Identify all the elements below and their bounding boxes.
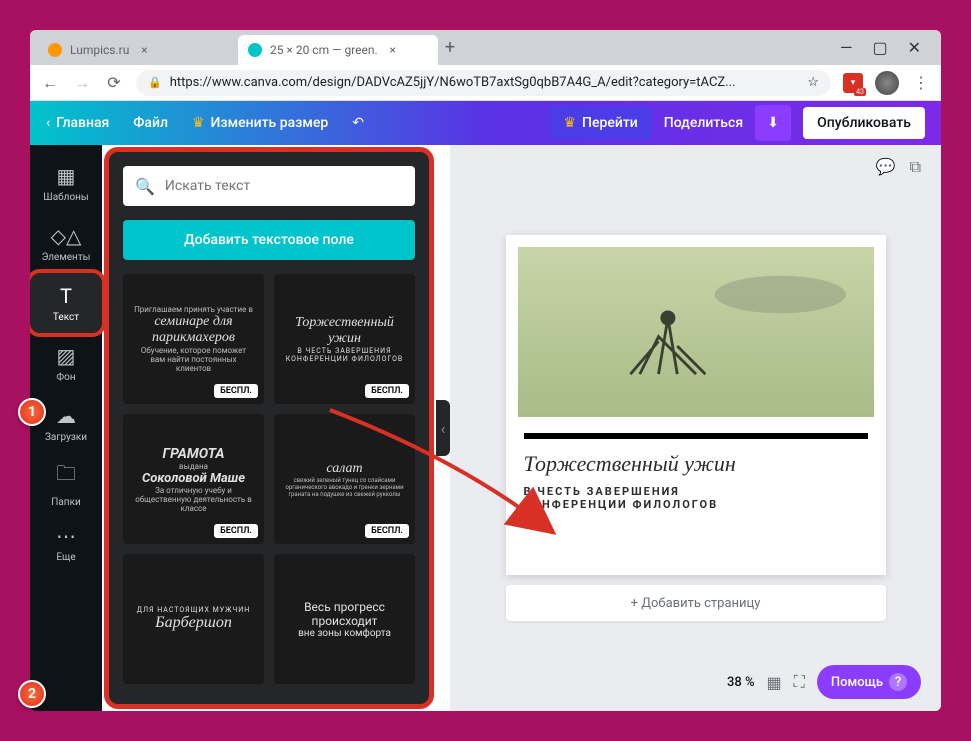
text-template[interactable]: ДЛЯ НАСТОЯЩИХ МУЖЧИН Барбершоп [123,554,264,684]
new-tab-button[interactable]: + [438,37,462,58]
undo-icon[interactable]: ↶ [352,115,364,131]
close-icon[interactable]: × [386,43,400,57]
url-text: https://www.canva.com/design/DADVcAZ5jjY… [170,75,736,90]
annotation-badge-1: 1 [18,398,46,426]
sidebar-item-templates[interactable]: ▦Шаблоны [30,153,102,213]
search-input[interactable] [165,178,403,194]
text-icon: T [60,284,72,308]
menu-icon[interactable]: ⋮ [911,73,931,93]
chevron-left-icon: ‹ [46,115,50,131]
fullscreen-icon[interactable]: ⛶ [794,672,805,692]
cloud-icon: ☁ [56,404,76,428]
crown-icon: ♛ [192,115,205,131]
address-bar: ← → ⟳ 🔒 https://www.canva.com/design/DAD… [30,65,941,101]
text-template[interactable]: Торжественный ужин В ЧЕСТЬ ЗАВЕРШЕНИЯ КО… [274,274,415,404]
design-page[interactable]: Торжественный ужин В ЧЕСТЬ ЗАВЕРШЕНИЯ КО… [506,235,886,575]
app-header: ‹Главная Файл ♛Изменить размер ↶ ♛Перейт… [30,101,941,145]
design-title[interactable]: Торжественный ужин [524,451,868,477]
free-badge: БЕСПЛ. [214,524,258,538]
download-button[interactable]: ⬇ [755,105,791,141]
browser-tab[interactable]: Lumpics.ru × [38,35,238,65]
folder-icon: 🗀 [56,459,76,493]
shapes-icon: ◇△ [51,224,82,248]
free-badge: БЕСПЛ. [365,524,409,538]
add-text-button[interactable]: Добавить текстовое поле [123,220,415,260]
share-button[interactable]: Поделиться [664,115,743,131]
sidebar-item-more[interactable]: ⋯Еще [30,513,102,573]
divider [524,433,868,439]
text-template[interactable]: салат свежий зеленый тунец со слайсами о… [274,414,415,544]
upgrade-button[interactable]: ♛Перейти [549,107,651,139]
collapse-panel-button[interactable]: ‹ [436,400,450,456]
design-subtitle[interactable]: В ЧЕСТЬ ЗАВЕРШЕНИЯ [524,485,868,498]
grid-view-icon[interactable]: ▦ [767,673,782,692]
lock-icon: 🔒 [148,76,162,89]
favicon [248,43,262,57]
search-icon: 🔍 [135,177,155,196]
text-template[interactable]: Весь прогресс происходит вне зоны комфор… [274,554,415,684]
browser-titlebar: Lumpics.ru × 25 × 20 cm — green. × + — ▢… [30,30,941,65]
free-badge: БЕСПЛ. [365,384,409,398]
back-icon[interactable]: ← [40,73,60,93]
download-icon: ⬇ [767,115,779,131]
home-button[interactable]: ‹Главная [46,115,109,131]
help-button[interactable]: Помощь? [817,665,921,699]
publish-button[interactable]: Опубликовать [803,107,925,139]
sidebar-item-folders[interactable]: 🗀Папки [30,453,102,513]
text-panel: 🔍 Добавить текстовое поле Приглашаем при… [104,147,434,709]
resize-button[interactable]: ♛Изменить размер [192,115,328,131]
add-page-button[interactable]: + Добавить страницу [506,585,886,621]
text-template[interactable]: ГРАМОТА выдана Соколовой Маше За отличну… [123,414,264,544]
grid-icon: ▦ [57,164,76,188]
tab-title: 25 × 20 cm — green. [270,43,378,57]
forward-icon[interactable]: → [72,73,92,93]
sidebar: ▦Шаблоны ◇△Элементы TТекст ▨Фон ☁Загрузк… [30,145,102,711]
url-input[interactable]: 🔒 https://www.canva.com/design/DADVcAZ5j… [136,70,831,96]
texture-icon: ▨ [57,344,76,368]
duplicate-icon[interactable]: ⧉ [910,157,921,177]
minimize-icon[interactable]: — [840,38,853,57]
search-box[interactable]: 🔍 [123,166,415,206]
profile-avatar[interactable] [875,71,899,95]
browser-tab-active[interactable]: 25 × 20 cm — green. × [238,35,438,65]
free-badge: БЕСПЛ. [214,384,258,398]
sidebar-item-background[interactable]: ▨Фон [30,333,102,393]
close-icon[interactable]: ✕ [908,38,921,57]
file-menu[interactable]: Файл [133,115,168,131]
annotation-badge-2: 2 [18,680,46,708]
sidebar-item-elements[interactable]: ◇△Элементы [30,213,102,273]
reload-icon[interactable]: ⟳ [104,73,124,93]
zoom-level[interactable]: 38 % [727,675,755,690]
maximize-icon[interactable]: ▢ [872,38,887,57]
favicon [48,43,62,57]
canvas-area: 💬 ⧉ Торжест [450,145,941,711]
more-icon: ⋯ [56,524,76,548]
design-image [518,247,874,417]
extension-badge[interactable]: ▾ [843,73,863,93]
tab-title: Lumpics.ru [70,43,129,57]
sidebar-item-text[interactable]: TТекст [30,273,102,333]
design-subtitle[interactable]: КОНФЕРЕНЦИИ ФИЛОЛОГОВ [524,498,868,511]
close-icon[interactable]: × [137,43,151,57]
comment-icon[interactable]: 💬 [876,157,896,177]
star-icon[interactable]: ☆ [807,75,819,90]
text-template[interactable]: Приглашаем принять участие в семинаре дл… [123,274,264,404]
crown-icon: ♛ [563,115,576,131]
